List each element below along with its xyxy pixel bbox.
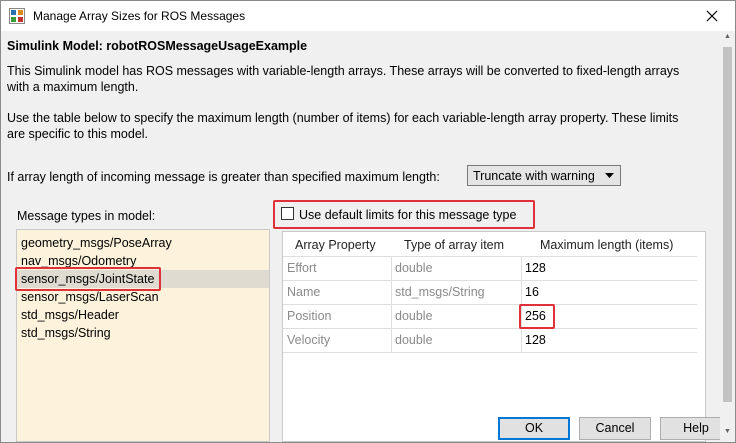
- cell-max-length[interactable]: 128: [521, 256, 697, 280]
- dialog-content: Simulink Model: robotROSMessageUsageExam…: [1, 31, 732, 442]
- column-header-property: Array Property: [295, 238, 376, 252]
- close-button[interactable]: [689, 1, 735, 31]
- cell-property: Effort: [287, 261, 317, 275]
- truncation-dropdown[interactable]: Truncate with warning: [467, 165, 621, 186]
- message-types-list[interactable]: geometry_msgs/PoseArray nav_msgs/Odometr…: [16, 229, 270, 442]
- description-line-1: This Simulink model has ROS messages wit…: [7, 64, 680, 78]
- vertical-scrollbar[interactable]: ▲ ▼: [720, 31, 735, 442]
- position-length-highlight: [519, 304, 555, 329]
- scroll-down-icon[interactable]: ▼: [723, 428, 732, 438]
- list-item[interactable]: geometry_msgs/PoseArray: [17, 234, 269, 252]
- cell-property: Velocity: [287, 333, 331, 347]
- dialog-window: Manage Array Sizes for ROS Messages Simu…: [0, 0, 736, 443]
- cell-type: double: [395, 261, 433, 275]
- instructions-line-1: Use the table below to specify the maxim…: [7, 111, 679, 125]
- window-title: Manage Array Sizes for ROS Messages: [33, 9, 246, 23]
- scrollbar-thumb[interactable]: [723, 47, 732, 402]
- simulink-icon: [9, 8, 25, 24]
- list-item[interactable]: std_msgs/String: [17, 324, 269, 342]
- selected-type-highlight: [15, 267, 161, 291]
- instructions-line-2: are specific to this model.: [7, 127, 149, 141]
- description-paragraph: This Simulink model has ROS messages wit…: [7, 63, 715, 95]
- ok-button[interactable]: OK: [498, 417, 570, 440]
- model-heading: Simulink Model: robotROSMessageUsageExam…: [7, 39, 308, 53]
- cell-property: Name: [287, 285, 321, 299]
- column-header-max-length: Maximum length (items): [540, 238, 674, 252]
- message-types-label: Message types in model:: [17, 209, 156, 223]
- truncation-label: If array length of incoming message is g…: [7, 170, 440, 184]
- cancel-button[interactable]: Cancel: [579, 417, 651, 440]
- title-bar: Manage Array Sizes for ROS Messages: [1, 1, 735, 31]
- cell-type: double: [395, 333, 433, 347]
- cell-max-length[interactable]: 16: [521, 280, 697, 304]
- list-item[interactable]: std_msgs/Header: [17, 306, 269, 324]
- instructions-paragraph: Use the table below to specify the maxim…: [7, 110, 715, 142]
- truncation-selected-value: Truncate with warning: [473, 169, 595, 183]
- default-limits-highlight: [273, 200, 535, 229]
- cell-type: double: [395, 309, 433, 323]
- cell-type: std_msgs/String: [395, 285, 485, 299]
- cell-property: Position: [287, 309, 332, 323]
- close-icon: [706, 10, 718, 22]
- scroll-up-icon[interactable]: ▲: [723, 33, 732, 43]
- cell-max-length[interactable]: 128: [521, 328, 697, 352]
- array-properties-table: Array Property Type of array item Maximu…: [282, 231, 706, 442]
- row-divider: [283, 352, 697, 353]
- description-line-2: with a maximum length.: [7, 80, 139, 94]
- dropdown-arrow-icon: [605, 173, 614, 178]
- column-header-type: Type of array item: [404, 238, 505, 252]
